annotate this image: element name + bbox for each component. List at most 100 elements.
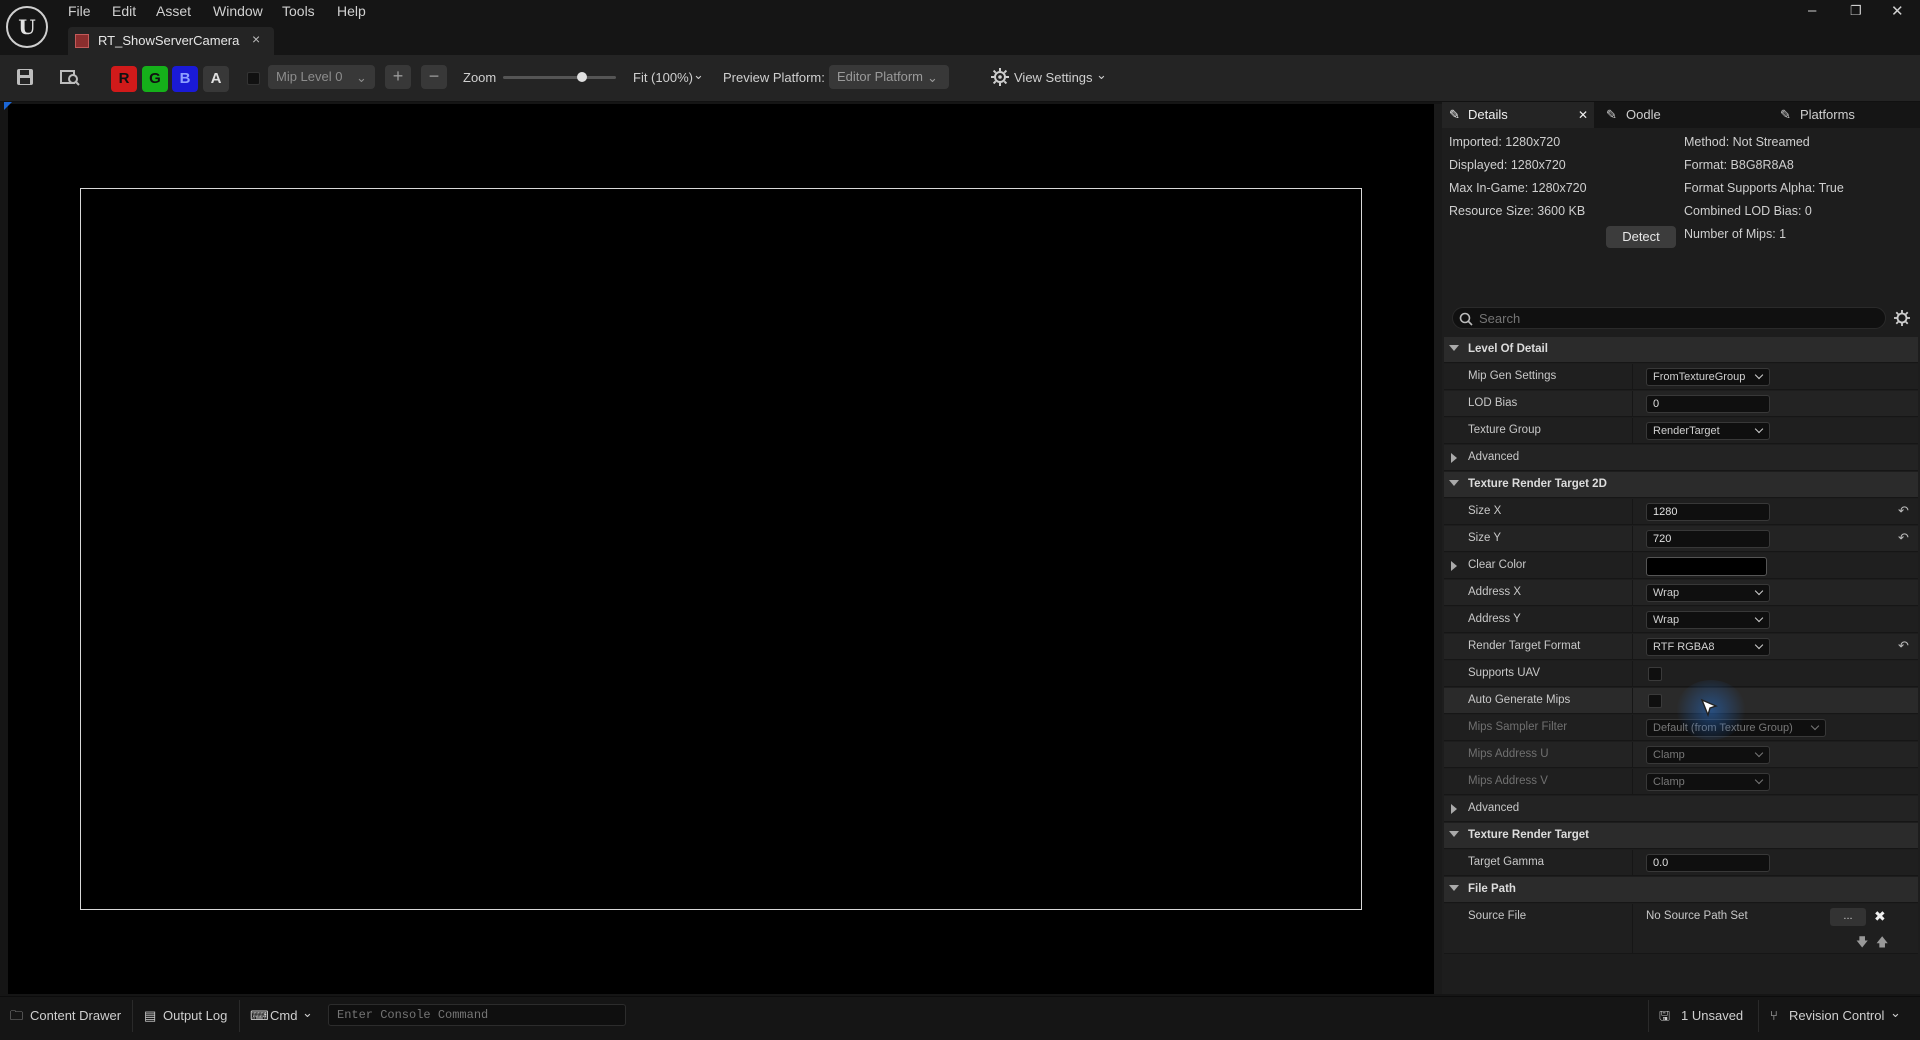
fit-zoom-dropdown[interactable]: Fit (100%) ⌄ (633, 65, 707, 89)
prop-size-y: Size Y 720 ↶ (1444, 526, 1918, 552)
tab-close-icon[interactable]: ✕ (1578, 102, 1588, 128)
dropdown-value: RTF RGBA8 (1653, 641, 1715, 653)
gear-icon (991, 68, 1009, 86)
mip-increase-button[interactable]: + (385, 65, 411, 89)
revision-control-button[interactable]: ⑂ Revision Control ⌄ (1770, 1002, 1910, 1030)
dropdown-value: Clamp (1653, 749, 1685, 761)
collapse-arrow-icon (1449, 885, 1459, 891)
prop-advanced-lod[interactable]: Advanced (1444, 445, 1918, 471)
browse-source-button[interactable]: ... (1830, 908, 1866, 926)
document-tab[interactable]: RT_ShowServerCamera × (68, 27, 274, 55)
menu-help[interactable]: Help (337, 3, 366, 19)
content-drawer-label: Content Drawer (30, 1008, 122, 1023)
collapse-arrow-icon (1449, 480, 1459, 486)
tab-oodle[interactable]: ✎ Oodle (1602, 102, 1752, 128)
menu-file[interactable]: File (68, 3, 91, 19)
detect-button[interactable]: Detect (1606, 226, 1676, 248)
mip-level-dropdown[interactable]: Mip Level 0 ⌄ (268, 65, 375, 89)
close-icon[interactable]: ✕ (1891, 2, 1904, 20)
mips-address-u-dropdown[interactable]: Clamp (1646, 746, 1770, 764)
search-input[interactable] (1479, 310, 1869, 326)
console-command-input[interactable] (328, 1004, 626, 1026)
reset-to-default-icon[interactable]: ↶ (1898, 638, 1909, 654)
view-settings-button[interactable]: View Settings ⌄ (991, 65, 1111, 89)
channel-b-toggle[interactable]: B (172, 66, 198, 92)
reset-to-default-icon[interactable]: ↶ (1898, 503, 1909, 519)
clear-color-swatch[interactable] (1646, 557, 1767, 576)
zoom-slider[interactable] (503, 76, 616, 79)
lod-bias-input[interactable]: 0 (1646, 395, 1770, 413)
channel-r-toggle[interactable]: R (111, 66, 137, 92)
tab-platforms-label: Platforms (1800, 107, 1855, 122)
chevron-down-icon (1754, 748, 1764, 758)
prop-label: Address Y (1468, 613, 1521, 625)
info-displayed: Displayed: 1280x720 (1449, 158, 1566, 172)
size-y-input[interactable]: 720 (1646, 530, 1770, 548)
content-drawer-button[interactable]: 🗀 Content Drawer (10, 1002, 128, 1030)
menu-asset[interactable]: Asset (156, 3, 191, 19)
chevron-down-icon (1754, 640, 1764, 650)
prop-supports-uav: Supports UAV (1444, 661, 1918, 687)
arrow-up-icon[interactable]: 🡅 (1876, 933, 1888, 954)
cmd-label: Cmd (270, 1008, 298, 1023)
mips-address-v-dropdown[interactable]: Clamp (1646, 773, 1770, 791)
section-texture-render-target[interactable]: Texture Render Target (1444, 823, 1918, 849)
cmd-dropdown[interactable]: ⌨ Cmd ⌄ (250, 1002, 320, 1030)
pencil-icon: ✎ (1780, 107, 1791, 122)
supports-uav-checkbox[interactable] (1648, 667, 1662, 681)
expand-arrow-icon[interactable] (1451, 561, 1457, 571)
arrow-down-icon[interactable]: 🡇 (1856, 933, 1868, 954)
size-x-input[interactable]: 1280 (1646, 503, 1770, 521)
save-icon[interactable] (16, 68, 34, 86)
section-texture-render-target-2d[interactable]: Texture Render Target 2D (1444, 472, 1918, 498)
section-file-path[interactable]: File Path (1444, 877, 1918, 903)
restore-icon[interactable]: ❐ (1850, 3, 1862, 19)
prop-label: Target Gamma (1468, 856, 1545, 868)
info-method: Method: Not Streamed (1684, 135, 1810, 149)
minimize-icon[interactable]: – (1808, 2, 1816, 19)
browse-asset-icon[interactable] (60, 68, 80, 86)
expand-arrow-icon (1451, 453, 1457, 463)
prop-label: Size Y (1468, 532, 1502, 544)
prop-size-x: Size X 1280 ↶ (1444, 499, 1918, 525)
menu-tools[interactable]: Tools (282, 3, 315, 19)
branch-icon: ⑂ (1770, 1008, 1778, 1023)
dropdown-value: Clamp (1653, 776, 1685, 788)
render-target-format-dropdown[interactable]: RTF RGBA8 (1646, 638, 1770, 656)
target-gamma-input[interactable]: 0.0 (1646, 854, 1770, 872)
section-level-of-detail[interactable]: Level Of Detail (1444, 337, 1918, 363)
menu-edit[interactable]: Edit (112, 3, 136, 19)
channel-g-toggle[interactable]: G (142, 66, 168, 92)
mip-level-checkbox[interactable] (247, 72, 260, 85)
tab-platforms[interactable]: ✎ Platforms (1760, 102, 1910, 128)
auto-generate-mips-checkbox[interactable] (1648, 694, 1662, 708)
address-y-dropdown[interactable]: Wrap (1646, 611, 1770, 629)
mip-decrease-button[interactable]: − (421, 65, 447, 89)
tab-details[interactable]: ✎ Details ✕ (1442, 102, 1594, 128)
preview-platform-dropdown[interactable]: Editor Platform ⌄ (829, 65, 949, 89)
unreal-logo-icon[interactable]: U (6, 6, 48, 48)
address-x-dropdown[interactable]: Wrap (1646, 584, 1770, 602)
prop-mips-address-u: Mips Address U Clamp (1444, 742, 1918, 768)
reset-to-default-icon[interactable]: ↶ (1898, 530, 1909, 546)
settings-gear-icon[interactable] (1894, 310, 1910, 326)
document-tab-close-icon[interactable]: × (252, 31, 260, 47)
info-format: Format: B8G8R8A8 (1684, 158, 1794, 172)
source-file-value: No Source Path Set (1646, 910, 1748, 922)
texture-group-dropdown[interactable]: RenderTarget (1646, 422, 1770, 440)
fit-zoom-label: Fit (100%) (633, 70, 693, 85)
output-log-button[interactable]: ▤ Output Log (144, 1002, 238, 1030)
prop-target-gamma: Target Gamma 0.0 (1444, 850, 1918, 876)
clear-source-icon[interactable]: ✖ (1874, 908, 1886, 925)
menu-window[interactable]: Window (213, 3, 263, 19)
unsaved-button[interactable]: 🖫 1 Unsaved (1659, 1002, 1759, 1030)
prop-address-x: Address X Wrap (1444, 580, 1918, 606)
prop-mip-gen-settings: Mip Gen Settings FromTextureGroup (1444, 364, 1918, 390)
prop-label: Mips Address U (1468, 748, 1549, 760)
panel-splitter[interactable] (1434, 104, 1442, 994)
collapse-arrow-icon (1449, 831, 1459, 837)
prop-advanced-rt2d[interactable]: Advanced (1444, 796, 1918, 822)
search-icon (1459, 312, 1473, 326)
mip-gen-settings-dropdown[interactable]: FromTextureGroup (1646, 368, 1770, 386)
channel-a-toggle[interactable]: A (203, 66, 229, 92)
